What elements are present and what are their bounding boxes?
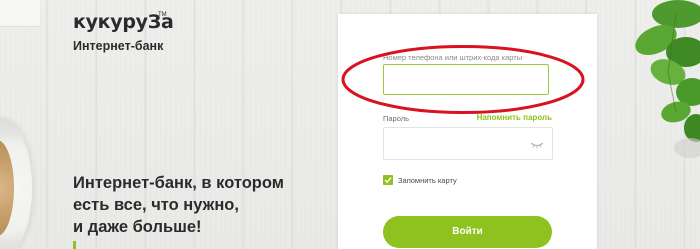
bank-subtitle: Интернет-банк (73, 39, 164, 53)
login-button[interactable]: Войти (383, 216, 552, 248)
plant-decoration (635, 0, 700, 158)
headline-line: Интернет-банк, в котором (73, 174, 284, 192)
promo-headline: Интернет-банк, в котором есть все, что н… (73, 172, 313, 238)
paper-decoration (0, 0, 40, 27)
eye-icon[interactable] (530, 139, 544, 149)
trademark-mark: TM (158, 12, 167, 18)
red-annotation-ellipse (341, 45, 585, 114)
remember-card-checkbox[interactable] (383, 175, 393, 185)
headline-line: есть все, что нужно, (73, 196, 239, 214)
list-bullet-icon (73, 241, 76, 249)
checkmark-icon (384, 177, 392, 184)
password-input[interactable] (383, 127, 553, 160)
remember-card-label[interactable]: Запомнить карту (398, 176, 457, 185)
headline-line: и даже больше! (73, 218, 202, 236)
